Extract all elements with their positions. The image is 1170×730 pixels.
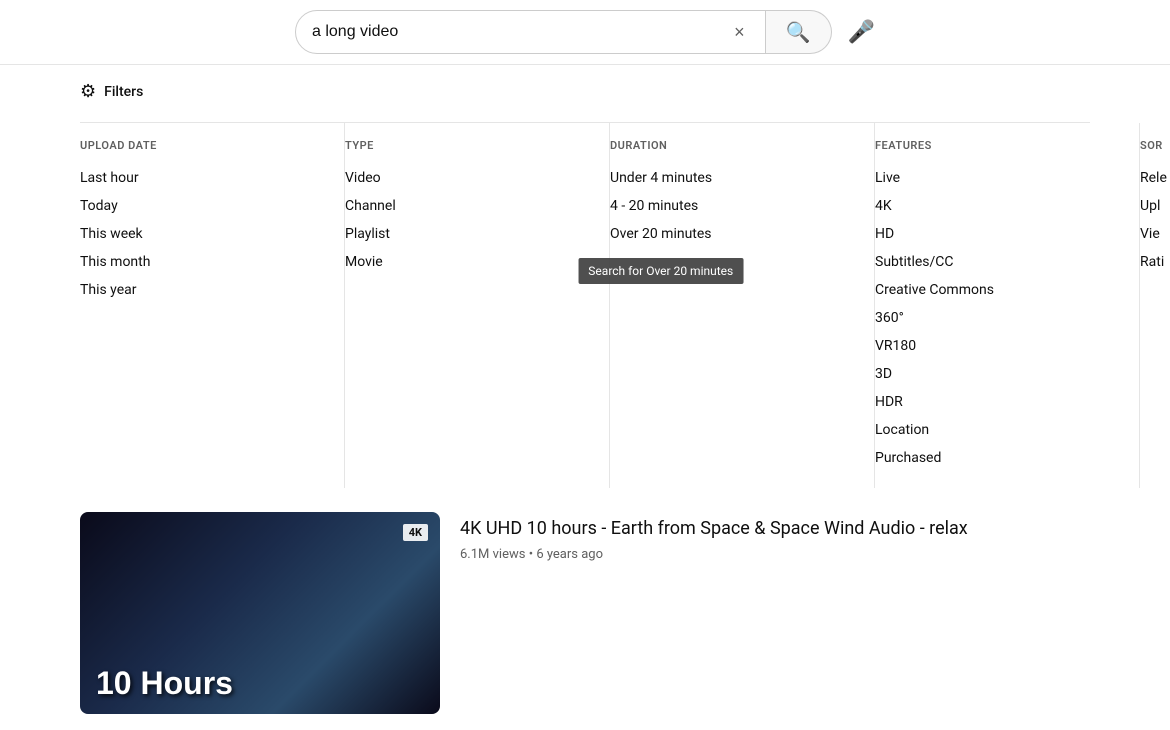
clear-icon: × [734,22,745,43]
filter-hdr[interactable]: HDR [875,388,1119,416]
filter-creative-commons[interactable]: Creative Commons [875,276,1119,304]
filter-this-month[interactable]: This month [80,248,324,276]
filter-hd[interactable]: HD [875,220,1119,248]
filter-columns: UPLOAD DATE Last hour Today This week Th… [80,122,1090,488]
filter-360[interactable]: 360° [875,304,1119,332]
filter-location[interactable]: Location [875,416,1119,444]
filter-view-count[interactable]: Vie [1140,220,1170,248]
type-header: TYPE [345,139,589,152]
sort-column: SOR Rele Upl Vie Rati [1140,123,1170,488]
filter-this-week[interactable]: This week [80,220,324,248]
video-meta: 6.1M views • 6 years ago [460,547,1090,562]
filter-under-4[interactable]: Under 4 minutes [610,164,854,192]
filter-last-hour[interactable]: Last hour [80,164,324,192]
filters-section: ⚙ Filters UPLOAD DATE Last hour Today Th… [0,65,1170,488]
view-count: 6.1M views [460,547,525,562]
video-thumbnail[interactable]: 10 Hours 4K [80,512,440,714]
filters-label: Filters [104,84,143,100]
filter-playlist[interactable]: Playlist [345,220,589,248]
over-20-wrapper: Over 20 minutes Search for Over 20 minut… [610,220,712,248]
filter-subtitles[interactable]: Subtitles/CC [875,248,1119,276]
duration-column: DURATION Under 4 minutes 4 - 20 minutes … [610,123,875,488]
mic-icon: 🎤 [848,19,875,45]
filter-today[interactable]: Today [80,192,324,220]
thumbnail-text: 10 Hours [80,653,249,714]
video-title[interactable]: 4K UHD 10 hours - Earth from Space & Spa… [460,516,1090,541]
results-section: 10 Hours 4K 4K UHD 10 hours - Earth from… [0,496,1170,730]
sort-header: SOR [1140,139,1170,152]
filter-movie[interactable]: Movie [345,248,589,276]
type-column: TYPE Video Channel Playlist Movie [345,123,610,488]
filter-4k[interactable]: 4K [875,192,1119,220]
filter-purchased[interactable]: Purchased [875,444,1119,472]
thumbnail-badge: 4K [403,524,428,541]
header: × 🔍 🎤 [0,0,1170,65]
filter-live[interactable]: Live [875,164,1119,192]
filter-4-20[interactable]: 4 - 20 minutes [610,192,854,220]
filter-vr180[interactable]: VR180 [875,332,1119,360]
mic-button[interactable]: 🎤 [848,19,875,45]
filter-relevance[interactable]: Rele [1140,164,1170,192]
filter-over-20[interactable]: Over 20 minutes [610,220,712,248]
filters-toggle[interactable]: ⚙ Filters [80,81,1090,102]
search-icon: 🔍 [786,20,811,45]
filters-icon: ⚙ [80,81,96,102]
search-container: × 🔍 🎤 [295,10,875,54]
features-header: FEATURES [875,139,1119,152]
search-input[interactable] [312,23,730,41]
duration-header: DURATION [610,139,854,152]
video-info: 4K UHD 10 hours - Earth from Space & Spa… [460,512,1090,714]
filter-3d[interactable]: 3D [875,360,1119,388]
upload-date-column: UPLOAD DATE Last hour Today This week Th… [80,123,345,488]
filter-rating[interactable]: Rati [1140,248,1170,276]
filter-video[interactable]: Video [345,164,589,192]
filter-channel[interactable]: Channel [345,192,589,220]
filter-this-year[interactable]: This year [80,276,324,304]
upload-date-header: UPLOAD DATE [80,139,324,152]
features-column: FEATURES Live 4K HD Subtitles/CC Creativ… [875,123,1140,488]
search-bar: × [295,10,766,54]
search-button[interactable]: 🔍 [766,10,832,54]
clear-button[interactable]: × [730,18,749,47]
filter-upload-date[interactable]: Upl [1140,192,1170,220]
video-age: 6 years ago [536,547,603,562]
